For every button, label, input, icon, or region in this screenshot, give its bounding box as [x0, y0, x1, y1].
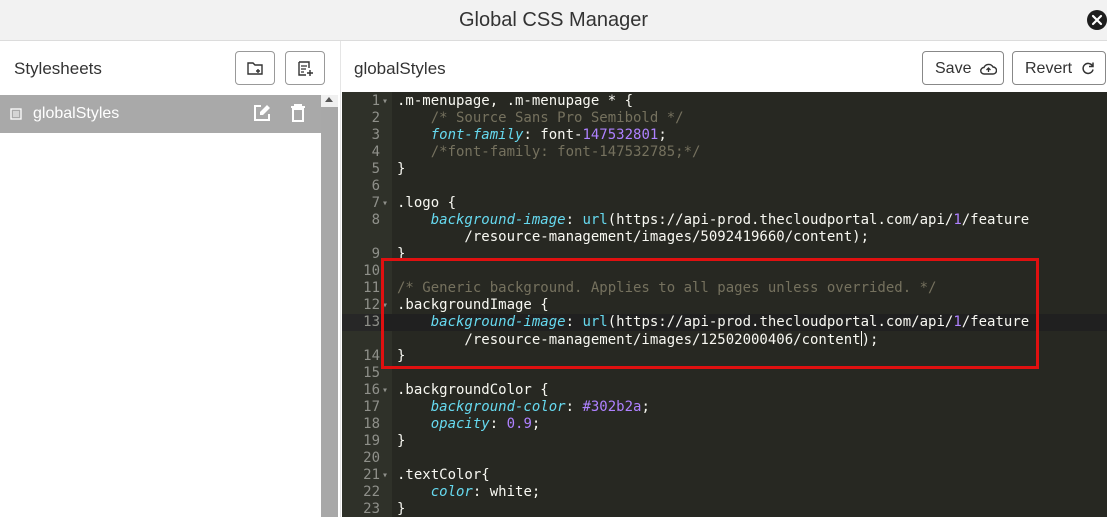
- code-line[interactable]: 20: [342, 450, 1107, 467]
- code-text: background-image: url(https://api-prod.t…: [430, 212, 1030, 228]
- stylesheets-title: Stylesheets: [14, 59, 102, 78]
- code-text: }: [397, 433, 406, 449]
- code-line[interactable]: 7 ▾ .logo {: [342, 195, 1107, 212]
- code-line[interactable]: 23}: [342, 501, 1107, 517]
- line-number: 22: [363, 484, 380, 500]
- code-text: /* Source Sans Pro Semibold */: [397, 110, 684, 126]
- pane-divider: [340, 41, 341, 517]
- code-text: .textColor{: [397, 467, 490, 483]
- code-text: background-color: #302b2a;: [430, 399, 650, 415]
- code-line[interactable]: 17 background-color: #302b2a;: [342, 399, 1107, 416]
- code-text: }: [397, 161, 406, 177]
- fold-arrow-icon[interactable]: ▾: [382, 382, 388, 399]
- editor-title: globalStyles: [354, 59, 446, 78]
- line-number: 13: [342, 314, 380, 331]
- revert-button[interactable]: Revert: [1012, 51, 1106, 85]
- line-number: 19: [363, 433, 380, 449]
- cloud-upload-icon: [980, 63, 997, 75]
- save-button[interactable]: Save: [922, 51, 1004, 85]
- line-number: 15: [363, 365, 380, 381]
- code-text: .logo {: [397, 195, 457, 211]
- line-number: 10: [363, 263, 380, 279]
- line-number: 5: [371, 161, 380, 177]
- window-title: Global CSS Manager: [459, 9, 648, 31]
- edit-icon[interactable]: [252, 103, 272, 123]
- fold-arrow-icon[interactable]: ▾: [382, 195, 388, 212]
- code-line[interactable]: 2 /* Source Sans Pro Semibold */: [342, 110, 1107, 127]
- code-line[interactable]: 8 background-image: url(https://api-prod…: [342, 212, 1107, 229]
- code-line[interactable]: 21 ▾ .textColor{: [342, 467, 1107, 484]
- new-folder-button[interactable]: [235, 51, 275, 85]
- line-number: 14: [363, 348, 380, 364]
- refresh-icon: [1081, 62, 1094, 75]
- code-text: opacity: 0.9;: [430, 416, 541, 432]
- code-line[interactable]: 3 font-family: font-147532801;: [342, 127, 1107, 144]
- code-text: /*font-family: font-147532785;*/: [397, 144, 701, 160]
- line-number: 12: [363, 297, 380, 313]
- code-line[interactable]: 19}: [342, 433, 1107, 450]
- code-line[interactable]: 16 ▾ .backgroundColor {: [342, 382, 1107, 399]
- sidebar-item-globalstyles[interactable]: globalStyles: [0, 95, 321, 133]
- line-number: 17: [363, 399, 380, 415]
- document-icon: [10, 108, 22, 120]
- revert-label: Revert: [1025, 60, 1073, 77]
- trash-icon[interactable]: [290, 103, 306, 123]
- fold-arrow-icon[interactable]: ▾: [382, 93, 388, 110]
- code-text: .backgroundColor {: [397, 382, 549, 398]
- highlight-annotation: [381, 258, 1039, 369]
- file-plus-icon: [298, 61, 313, 76]
- line-number: 8: [371, 212, 380, 228]
- sidebar-scrollbar-thumb[interactable]: [321, 107, 338, 517]
- new-stylesheet-button[interactable]: [285, 51, 325, 85]
- line-number: 20: [363, 450, 380, 466]
- code-text: font-family: font-147532801;: [430, 127, 667, 143]
- scroll-up-arrow-icon[interactable]: [325, 97, 333, 102]
- line-number: 4: [371, 144, 380, 160]
- fold-arrow-icon[interactable]: ▾: [382, 467, 388, 484]
- code-line[interactable]: 4 /*font-family: font-147532785;*/: [342, 144, 1107, 161]
- line-number: 3: [371, 127, 380, 143]
- line-number: 1: [371, 93, 380, 109]
- title-bar: Global CSS Manager: [0, 0, 1107, 41]
- code-text: color: white;: [430, 484, 541, 500]
- line-number: 7: [371, 195, 380, 211]
- folder-plus-icon: [247, 62, 263, 75]
- line-number: 16: [363, 382, 380, 398]
- code-text: .m-menupage, .m-menupage * {: [397, 93, 634, 109]
- save-label: Save: [935, 60, 972, 77]
- line-number: 6: [371, 178, 380, 194]
- line-number: 18: [363, 416, 380, 432]
- code-line[interactable]: /resource-management/images/5092419660/c…: [342, 229, 1107, 246]
- line-number: 23: [363, 501, 380, 517]
- code-text: /resource-management/images/5092419660/c…: [397, 229, 870, 245]
- code-line[interactable]: 18 opacity: 0.9;: [342, 416, 1107, 433]
- line-number: 2: [371, 110, 380, 126]
- code-line[interactable]: 22 color: white;: [342, 484, 1107, 501]
- close-icon[interactable]: [1087, 10, 1107, 30]
- sidebar-item-label: globalStyles: [33, 105, 120, 122]
- code-text: }: [397, 501, 406, 517]
- code-line[interactable]: 5}: [342, 161, 1107, 178]
- code-line[interactable]: 6: [342, 178, 1107, 195]
- code-line[interactable]: 1 ▾ .m-menupage, .m-menupage * {: [342, 93, 1107, 110]
- line-number: 9: [371, 246, 380, 262]
- line-number: 11: [363, 280, 380, 296]
- line-number: 21: [363, 467, 380, 483]
